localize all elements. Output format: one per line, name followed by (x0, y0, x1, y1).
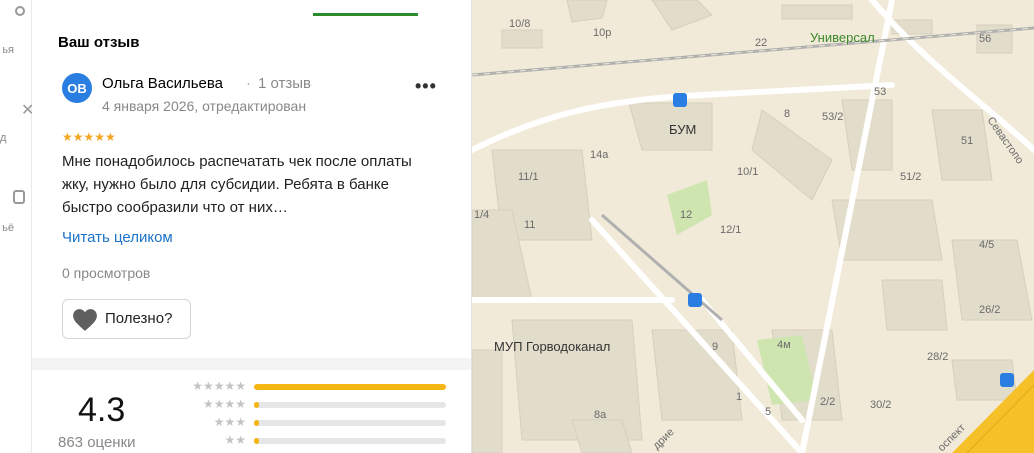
map-label: 11/1 (518, 171, 539, 183)
map-label: 28/2 (927, 351, 948, 363)
distribution-bar (254, 384, 446, 390)
map-label: 26/2 (979, 304, 1000, 316)
distribution-bar-track (254, 402, 446, 408)
map-label: 9 (712, 341, 718, 353)
map-label: 53 (874, 86, 886, 98)
map-canvas[interactable]: 10/8 10р 22 Универсал 56 53 8 53/2 БУМ 1… (472, 0, 1034, 453)
bus-stop-icon (673, 93, 687, 107)
author-name[interactable]: Ольга Васильева (102, 75, 223, 92)
left-sidebar-strip: ья ✕ д ьё (0, 0, 34, 453)
map-label: МУП Горводоканал (494, 339, 610, 354)
read-more-link[interactable]: Читать целиком (62, 229, 173, 246)
useful-button[interactable]: Полезно? (62, 299, 191, 339)
useful-label: Полезно? (105, 310, 173, 327)
map-label: 5 (765, 406, 771, 418)
map-label: 8а (594, 409, 607, 421)
section-divider (32, 358, 471, 370)
distribution-bar-track (254, 420, 446, 426)
left-strip-item-2[interactable]: д (0, 132, 32, 144)
review-panel: Ваш отзыв ОВ Ольга Васильева · 1 отзыв 4… (32, 0, 472, 453)
review-date: 4 января 2026, отредактирован (102, 98, 307, 114)
avatar[interactable]: ОВ (62, 73, 92, 103)
map-label: 53/2 (822, 111, 843, 123)
rating-count: 863 оценки (58, 434, 136, 451)
distribution-bar (254, 438, 259, 444)
left-strip-item-1[interactable]: ья (0, 44, 32, 56)
distribution-stars-label: ★★★ (213, 415, 246, 429)
map-label: 11 (524, 219, 535, 231)
map-label: Универсал (810, 30, 875, 45)
distribution-stars-label: ★★★★ (202, 397, 246, 411)
map-label: 8 (784, 108, 790, 120)
map-label: 22 (755, 37, 767, 49)
map-label: 2/2 (820, 396, 835, 408)
map-label: 4м (777, 339, 791, 351)
phone-icon[interactable] (13, 190, 25, 204)
map-label: 51 (961, 135, 973, 147)
rating-value: 4.3 (78, 391, 126, 429)
distribution-bar-track (254, 438, 446, 444)
map-label: 4/5 (979, 239, 994, 251)
person-icon[interactable] (15, 6, 25, 16)
map-label: 12/1 (720, 224, 741, 236)
author-review-count: 1 отзыв (258, 75, 312, 92)
more-dots-icon[interactable]: ••• (415, 76, 437, 97)
map[interactable]: 10/8 10р 22 Универсал 56 53 8 53/2 БУМ 1… (472, 0, 1034, 453)
map-label: 10р (593, 27, 611, 39)
left-strip-item-3[interactable]: ьё (0, 222, 32, 234)
map-label: БУМ (669, 122, 696, 137)
map-label: 12 (680, 209, 692, 221)
distribution-bar (254, 402, 259, 408)
map-label: 30/2 (870, 399, 891, 411)
map-label: 14а (590, 149, 609, 161)
distribution-stars-label: ★★ (224, 433, 246, 447)
review-text: Мне понадобилось распечатать чек после о… (62, 153, 412, 216)
map-label: 1 (736, 391, 742, 403)
map-label: 10/8 (509, 18, 530, 30)
map-label: 51/2 (900, 171, 921, 183)
map-label: 10/1 (737, 166, 758, 178)
distribution-bar (254, 420, 259, 426)
map-label: 56 (979, 33, 991, 45)
active-tab-indicator (313, 13, 418, 16)
section-title: Ваш отзыв (58, 34, 140, 51)
bus-stop-icon (1000, 373, 1014, 387)
bus-stop-icon (688, 293, 702, 307)
map-label: 1/4 (474, 209, 489, 221)
distribution-bar-track (254, 384, 446, 390)
views-count: 0 просмотров (62, 265, 151, 281)
heart-icon (73, 309, 97, 331)
author-separator: · (246, 75, 251, 92)
review-stars: ★★★★★ (62, 130, 116, 144)
distribution-stars-label: ★★★★★ (192, 379, 246, 393)
